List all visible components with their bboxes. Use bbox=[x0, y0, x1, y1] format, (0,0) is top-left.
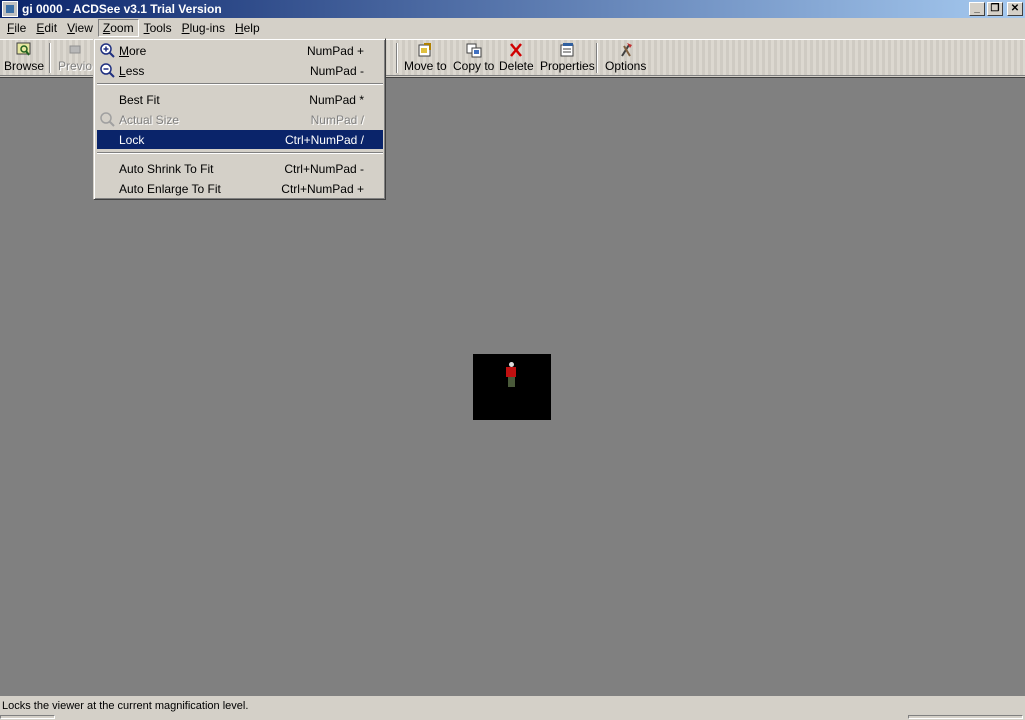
menu-file-label: ile bbox=[14, 21, 27, 35]
figure-legs bbox=[508, 377, 515, 387]
zoom-more-item[interactable]: More NumPad + bbox=[97, 41, 383, 60]
zoom-auto-shrink-shortcut: Ctrl+NumPad - bbox=[284, 161, 364, 176]
status-bar: Locks the viewer at the current magnific… bbox=[0, 698, 1025, 720]
copy-to-button[interactable]: Copy to bbox=[453, 42, 494, 74]
zoom-lock-label: Lock bbox=[119, 132, 145, 147]
status-panel bbox=[908, 715, 1023, 719]
zoom-more-label: More bbox=[119, 44, 146, 58]
menu-view-label: iew bbox=[74, 21, 93, 35]
zoom-less-accel: L bbox=[119, 63, 126, 78]
zoom-auto-enlarge-label: Auto Enlarge To Fit bbox=[119, 181, 221, 196]
menu-edit-label: dit bbox=[44, 21, 58, 35]
menu-edit[interactable]: Edit bbox=[31, 19, 62, 37]
close-button[interactable]: ✕ bbox=[1007, 2, 1023, 16]
zoom-auto-enlarge-shortcut: Ctrl+NumPad + bbox=[281, 181, 364, 196]
copy-to-label: Copy to bbox=[453, 59, 495, 73]
previous-label: Previo bbox=[58, 59, 93, 73]
browse-label: Browse bbox=[4, 59, 45, 73]
delete-label: Delete bbox=[499, 59, 534, 73]
zoom-auto-shrink-label: Auto Shrink To Fit bbox=[119, 161, 214, 176]
menu-tools[interactable]: Tools bbox=[139, 19, 177, 37]
menu-separator bbox=[97, 83, 383, 85]
zoom-less-item[interactable]: Less NumPad - bbox=[97, 61, 383, 80]
options-label: Options bbox=[605, 59, 647, 73]
menu-help-label: elp bbox=[243, 21, 260, 35]
zoom-lock-item[interactable]: Lock Ctrl+NumPad / bbox=[97, 130, 383, 149]
properties-button[interactable]: Properties bbox=[540, 42, 595, 74]
zoom-actual-size-shortcut: NumPad / bbox=[310, 112, 364, 127]
zoom-best-fit-label: Best Fit bbox=[119, 92, 160, 107]
zoom-auto-enlarge-item[interactable]: Auto Enlarge To Fit Ctrl+NumPad + bbox=[97, 179, 383, 198]
zoom-best-fit-item[interactable]: Best Fit NumPad * bbox=[97, 90, 383, 109]
zoom-less-rest: ess bbox=[125, 63, 145, 78]
zoom-less-label: Less bbox=[119, 64, 144, 78]
zoom-lock-shortcut: Ctrl+NumPad / bbox=[284, 132, 364, 147]
zoom-icon bbox=[100, 112, 115, 127]
menu-bar: File Edit View Zoom Tools Plug-ins Help bbox=[0, 18, 1025, 38]
window-title: gi 0000 - ACDSee v3.1 Trial Version bbox=[22, 2, 222, 16]
move-to-button[interactable]: Move to bbox=[404, 42, 447, 74]
delete-icon bbox=[510, 43, 523, 57]
zoom-auto-shrink-item[interactable]: Auto Shrink To Fit Ctrl+NumPad - bbox=[97, 159, 383, 178]
menu-help[interactable]: Help bbox=[230, 19, 265, 37]
status-text: Locks the viewer at the current magnific… bbox=[2, 700, 249, 712]
title-bar: gi 0000 - ACDSee v3.1 Trial Version _ ❐ … bbox=[0, 0, 1025, 18]
zoom-actual-size-item: Actual Size NumPad / bbox=[97, 110, 383, 129]
zoom-in-icon bbox=[100, 43, 115, 58]
zoom-actual-size-label: Actual Size bbox=[119, 112, 180, 127]
menu-help-accel: H bbox=[234, 21, 244, 35]
previous-icon bbox=[69, 45, 81, 54]
zoom-best-fit-shortcut: NumPad * bbox=[309, 92, 364, 107]
zoom-less-shortcut: NumPad - bbox=[309, 63, 364, 78]
menu-separator bbox=[97, 152, 383, 154]
menu-plugins-accel: P bbox=[181, 21, 190, 35]
zoom-more-accel: M bbox=[119, 43, 129, 58]
zoom-out-icon bbox=[100, 63, 115, 78]
move-to-label: Move to bbox=[404, 59, 447, 73]
menu-tools-label: ools bbox=[149, 21, 172, 35]
copy-to-icon bbox=[466, 43, 482, 58]
toolbar-separator bbox=[396, 43, 398, 73]
menu-plugins-label: lug-ins bbox=[189, 21, 225, 35]
displayed-image bbox=[473, 354, 551, 420]
zoom-more-shortcut: NumPad + bbox=[306, 43, 364, 58]
menu-view[interactable]: View bbox=[62, 19, 98, 37]
move-to-icon bbox=[418, 43, 432, 57]
browse-button[interactable]: Browse bbox=[4, 42, 44, 74]
delete-button[interactable]: Delete bbox=[499, 42, 534, 74]
properties-label: Properties bbox=[540, 59, 595, 73]
toolbar-separator bbox=[596, 43, 598, 73]
menu-plugins[interactable]: Plug-ins bbox=[177, 19, 230, 37]
window-controls: _ ❐ ✕ bbox=[969, 2, 1023, 16]
browse-icon bbox=[16, 42, 31, 56]
options-button[interactable]: Options bbox=[605, 42, 646, 74]
menu-view-accel: V bbox=[67, 21, 75, 35]
menu-file[interactable]: File bbox=[2, 19, 31, 37]
zoom-menu-dropdown: More NumPad + Less NumPad - Best Fit Num… bbox=[93, 38, 386, 200]
menu-zoom-label: oom bbox=[110, 21, 134, 35]
properties-icon bbox=[560, 43, 574, 57]
restore-button[interactable]: ❐ bbox=[987, 2, 1003, 16]
minimize-button[interactable]: _ bbox=[969, 2, 985, 16]
zoom-more-rest: ore bbox=[129, 43, 147, 58]
app-icon[interactable] bbox=[2, 1, 18, 17]
menu-zoom[interactable]: Zoom bbox=[97, 19, 139, 37]
figure-body bbox=[506, 367, 516, 377]
toolbar-separator bbox=[49, 43, 51, 73]
status-panel bbox=[0, 715, 55, 719]
options-icon bbox=[620, 43, 632, 57]
previous-button[interactable]: Previo bbox=[58, 42, 92, 74]
